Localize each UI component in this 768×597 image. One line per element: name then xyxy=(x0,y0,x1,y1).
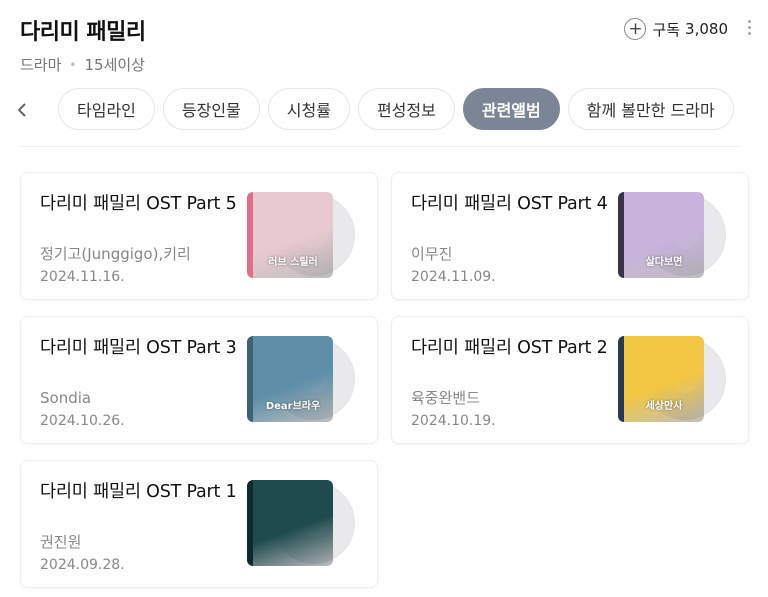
tab-similar-dramas[interactable]: 함께 볼만한 드라마 xyxy=(567,88,734,130)
album-date: 2024.10.19. xyxy=(411,413,496,429)
cover-title: Dear브라우 xyxy=(265,401,321,412)
tab-schedule[interactable]: 편성정보 xyxy=(357,88,455,130)
album-artist[interactable]: 권진원 xyxy=(40,531,240,553)
genre-label: 드라마 xyxy=(20,56,62,74)
more-vertical-icon[interactable] xyxy=(746,20,752,35)
album-jacket[interactable]: 세상만사 xyxy=(618,336,726,422)
drama-header: 다리미 패밀리 드라마 • 15세이상 xyxy=(20,14,146,75)
album-jacket[interactable]: Dear브라우 xyxy=(247,336,355,422)
album-cover xyxy=(247,480,333,566)
album-title[interactable]: 다리미 패밀리 OST Part 5 xyxy=(40,191,240,243)
album-cover: 살다보면 xyxy=(618,192,704,278)
rating-label: 15세이상 xyxy=(84,56,145,74)
cover-title: 살다보면 xyxy=(645,257,683,268)
chevron-left-icon[interactable] xyxy=(12,98,32,122)
separator-dot: • xyxy=(69,57,77,72)
drama-title: 다리미 패밀리 xyxy=(20,20,146,45)
tab-ratings[interactable]: 시청률 xyxy=(267,88,350,130)
album-card[interactable]: 다리미 패밀리 OST Part 2 육중완밴드 2024.10.19. 세상만… xyxy=(391,316,749,444)
album-jacket[interactable]: 살다보면 xyxy=(618,192,726,278)
tab-timeline[interactable]: 타임라인 xyxy=(58,88,155,130)
album-card[interactable]: 다리미 패밀리 OST Part 1 권진원 2024.09.28. xyxy=(20,460,378,588)
plus-circle-icon: + xyxy=(624,18,647,40)
cover-art xyxy=(253,480,333,566)
album-title[interactable]: 다리미 패밀리 OST Part 3 xyxy=(40,335,240,387)
tabs: 타임라인 등장인물 시청률 편성정보 관련앨범 함께 볼만한 드라마 xyxy=(58,88,734,130)
album-artist[interactable]: Sondia xyxy=(40,387,240,409)
album-artist[interactable]: 육중완밴드 xyxy=(411,387,611,409)
album-date: 2024.11.16. xyxy=(40,269,125,285)
album-date: 2024.09.28. xyxy=(40,557,125,573)
subscribe-count: 3,080 xyxy=(685,20,728,38)
divider xyxy=(20,146,740,147)
album-card[interactable]: 다리미 패밀리 OST Part 5 정기고(Junggigo),키리 2024… xyxy=(20,172,378,300)
album-jacket[interactable] xyxy=(247,480,355,566)
album-cover: Dear브라우 xyxy=(247,336,333,422)
album-card[interactable]: 다리미 패밀리 OST Part 3 Sondia 2024.10.26. De… xyxy=(20,316,378,444)
album-jacket[interactable]: 러브 스릴러 xyxy=(247,192,355,278)
album-card[interactable]: 다리미 패밀리 OST Part 4 이무진 2024.11.09. 살다보면 xyxy=(391,172,749,300)
tab-bar: 타임라인 등장인물 시청률 편성정보 관련앨범 함께 볼만한 드라마 xyxy=(0,88,768,132)
album-artist[interactable]: 이무진 xyxy=(411,243,611,265)
album-cover: 세상만사 xyxy=(618,336,704,422)
album-artist[interactable]: 정기고(Junggigo),키리 xyxy=(40,243,240,265)
drama-meta: 드라마 • 15세이상 xyxy=(20,54,146,75)
tab-cast[interactable]: 등장인물 xyxy=(162,88,260,130)
album-date: 2024.10.26. xyxy=(40,413,125,429)
album-title[interactable]: 다리미 패밀리 OST Part 2 xyxy=(411,335,611,387)
album-title[interactable]: 다리미 패밀리 OST Part 4 xyxy=(411,191,611,243)
album-date: 2024.11.09. xyxy=(411,269,496,285)
album-title[interactable]: 다리미 패밀리 OST Part 1 xyxy=(40,479,240,531)
cover-title: 러브 스릴러 xyxy=(268,257,318,268)
tab-related-albums[interactable]: 관련앨범 xyxy=(462,88,560,130)
cover-title: 세상만사 xyxy=(645,401,683,412)
album-cover: 러브 스릴러 xyxy=(247,192,333,278)
subscribe-button[interactable]: + 구독 3,080 xyxy=(624,18,728,40)
subscribe-label: 구독 xyxy=(652,20,681,39)
